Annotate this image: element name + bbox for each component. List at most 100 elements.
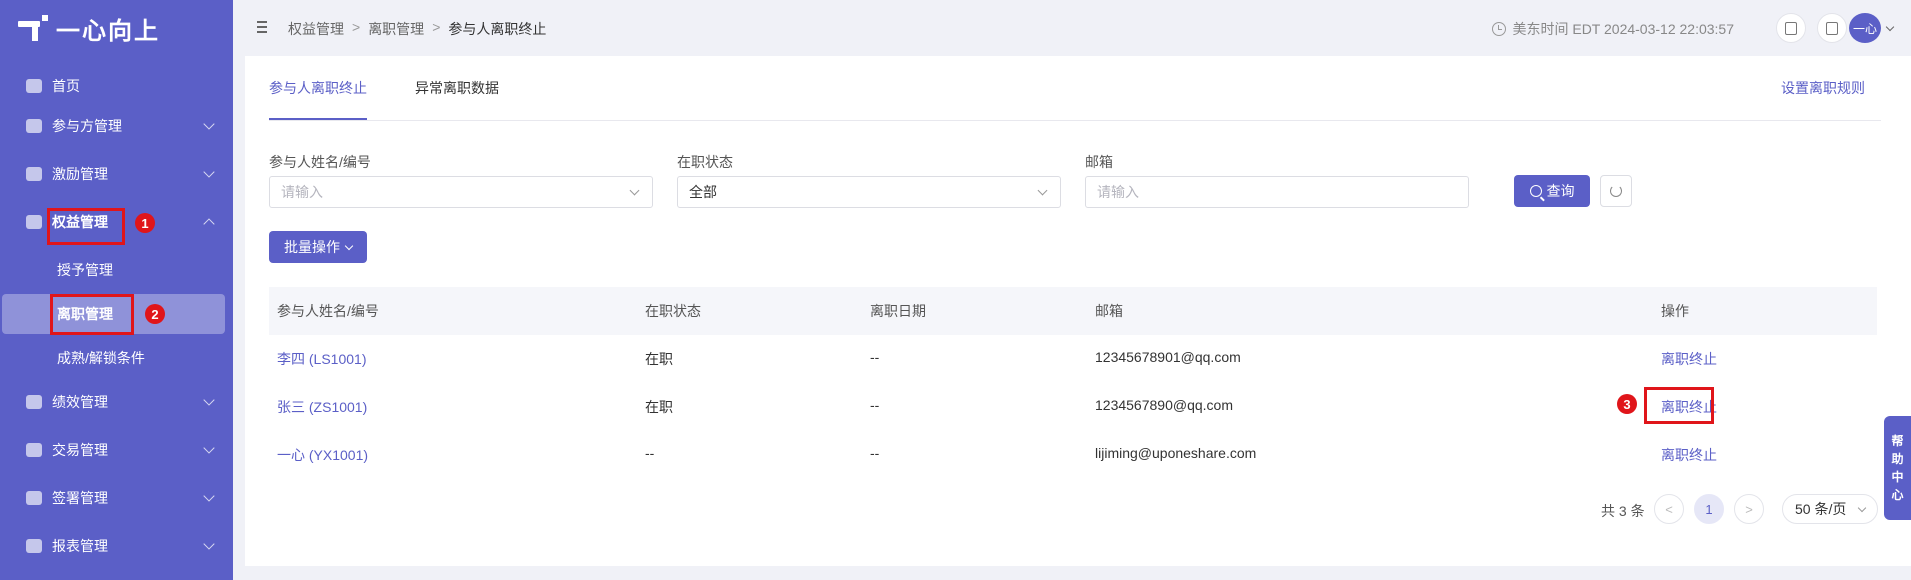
sign-icon [26, 491, 42, 505]
pagination-page-1[interactable]: 1 [1694, 494, 1724, 524]
chevron-down-icon [203, 166, 215, 178]
email-input[interactable]: 请输入 [1085, 176, 1469, 208]
sidebar-item-participants[interactable]: 参与方管理 [0, 106, 233, 146]
clipboard-check-icon [1785, 21, 1797, 35]
breadcrumb-item[interactable]: 离职管理 [368, 19, 424, 39]
highlight-box-departure [50, 294, 134, 335]
annotation-badge: 3 [1617, 394, 1637, 414]
help-char: 中 [1891, 470, 1904, 484]
clothes-button[interactable] [1817, 13, 1847, 43]
tasks-button[interactable] [1776, 13, 1806, 43]
search-icon [1529, 185, 1542, 197]
participant-name-link[interactable]: 张三 (ZS1001) [277, 397, 367, 417]
breadcrumb-item[interactable]: 权益管理 [288, 19, 344, 39]
sidebar-item-label: 绩效管理 [52, 394, 108, 410]
logo-mark-icon [18, 15, 48, 41]
sidebar-subitem-grant[interactable]: 授予管理 [0, 250, 233, 290]
report-icon [26, 539, 42, 553]
query-button-label: 查询 [1546, 183, 1575, 199]
trade-icon [26, 443, 42, 457]
name-select-placeholder: 请输入 [281, 184, 323, 200]
breadcrumb: 权益管理 > 离职管理 > 参与人离职终止 [288, 19, 546, 39]
column-header: 离职日期 [870, 303, 926, 319]
pagination-total: 共 3 条 [1601, 503, 1645, 519]
status-cell: 在职 [645, 351, 673, 367]
participant-name-link[interactable]: 李四 (LS1001) [277, 349, 366, 369]
table-header: 参与人姓名/编号 在职状态 离职日期 邮箱 操作 [269, 287, 1877, 335]
status-cell: 在职 [645, 399, 673, 415]
chevron-down-icon [1857, 503, 1867, 513]
sidebar-item-label: 参与方管理 [52, 118, 122, 134]
annotation-badge: 2 [145, 304, 165, 324]
query-button[interactable]: 查询 [1514, 175, 1590, 207]
highlight-box-equity [47, 208, 125, 245]
time-text: 美东时间 EDT 2024-03-12 22:03:57 [1512, 21, 1734, 37]
sidebar-item-home[interactable]: 首页 [0, 66, 233, 106]
set-departure-rules-link[interactable]: 设置离职规则 [1781, 78, 1865, 98]
chevron-down-icon [203, 394, 215, 406]
column-header: 在职状态 [645, 303, 701, 319]
pagination-prev-button[interactable]: < [1654, 494, 1684, 524]
time-display: 美东时间 EDT 2024-03-12 22:03:57 [1492, 19, 1734, 39]
chevron-down-icon [203, 490, 215, 502]
help-center-tab[interactable]: 帮 助 中 心 [1884, 416, 1911, 520]
chevron-down-icon [344, 241, 354, 250]
annotation-badge: 1 [135, 213, 155, 233]
status-select[interactable]: 全部 [677, 176, 1061, 208]
sidebar-item-incentive[interactable]: 激励管理 [0, 154, 233, 194]
pagination-next-button[interactable]: > [1734, 494, 1764, 524]
avatar[interactable]: 一心 [1849, 13, 1881, 43]
date-cell: -- [870, 445, 880, 461]
table-row: 李四 (LS1001) 在职 -- 12345678901@qq.com 离职终… [269, 335, 1877, 383]
tab-divider [269, 120, 1881, 121]
sidebar: 一心向上 首页 参与方管理 激励管理 权益管理 授予管理 离职管理 成熟/解锁条… [0, 0, 233, 580]
menu-fold-icon[interactable] [253, 21, 267, 33]
chevron-up-icon [203, 218, 215, 230]
name-filter-label: 参与人姓名/编号 [269, 154, 371, 170]
reset-button[interactable] [1600, 175, 1632, 207]
breadcrumb-separator-icon: > [432, 19, 441, 35]
equity-icon [26, 215, 42, 229]
sidebar-item-label: 交易管理 [52, 442, 108, 458]
breadcrumb-current: 参与人离职终止 [448, 21, 547, 37]
shirt-icon [1826, 21, 1838, 35]
sidebar-item-report[interactable]: 报表管理 [0, 526, 233, 566]
sidebar-item-label: 首页 [52, 78, 80, 94]
top-header: 权益管理 > 离职管理 > 参与人离职终止 美东时间 EDT 2024-03-1… [233, 0, 1911, 56]
column-header: 邮箱 [1095, 303, 1123, 319]
name-select[interactable]: 请输入 [269, 176, 653, 208]
sidebar-item-trade[interactable]: 交易管理 [0, 430, 233, 470]
tab-abnormal-departure[interactable]: 异常离职数据 [415, 78, 499, 98]
page-size-select[interactable]: 50 条/页 [1782, 494, 1878, 524]
chevron-down-icon [1037, 185, 1048, 196]
chevron-down-icon [203, 118, 215, 130]
email-input-placeholder: 请输入 [1097, 184, 1139, 200]
batch-operations-button[interactable]: 批量操作 [269, 231, 367, 263]
help-char: 心 [1891, 488, 1904, 502]
date-cell: -- [870, 349, 880, 365]
column-header: 操作 [1661, 303, 1689, 319]
sidebar-item-sign[interactable]: 签署管理 [0, 478, 233, 518]
home-icon [26, 79, 42, 93]
date-cell: -- [870, 397, 880, 413]
tab-active-indicator [269, 118, 367, 120]
sidebar-subitem-label: 成熟/解锁条件 [57, 350, 145, 366]
terminate-action-link[interactable]: 离职终止 [1661, 445, 1717, 465]
breadcrumb-separator-icon: > [352, 19, 361, 35]
performance-icon [26, 395, 42, 409]
sidebar-item-label: 签署管理 [52, 490, 108, 506]
status-cell: -- [645, 445, 655, 461]
tab-departure-termination[interactable]: 参与人离职终止 [269, 78, 367, 98]
sidebar-subitem-vesting[interactable]: 成熟/解锁条件 [0, 338, 233, 378]
batch-operations-label: 批量操作 [284, 239, 340, 255]
help-char: 帮 [1891, 434, 1904, 448]
page-size-value: 50 条/页 [1795, 501, 1847, 517]
incentive-icon [26, 167, 42, 181]
chevron-down-icon[interactable] [1885, 22, 1895, 32]
sidebar-item-performance[interactable]: 绩效管理 [0, 382, 233, 422]
clock-icon [1492, 22, 1507, 36]
main-card: 参与人离职终止 异常离职数据 设置离职规则 参与人姓名/编号 请输入 在职状态 … [245, 56, 1911, 566]
participant-name-link[interactable]: 一心 (YX1001) [277, 445, 368, 465]
terminate-action-link[interactable]: 离职终止 [1661, 349, 1717, 369]
sidebar-item-label: 激励管理 [52, 166, 108, 182]
